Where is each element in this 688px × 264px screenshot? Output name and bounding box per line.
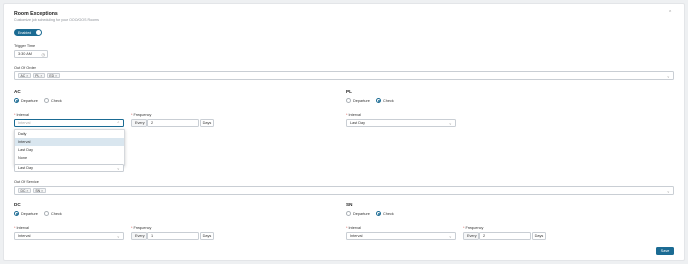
sn-frequency-input[interactable]: 2 xyxy=(479,232,531,240)
ac-every-label: Every xyxy=(131,119,147,127)
ac-frequency-label: *Frequency xyxy=(131,113,152,117)
remove-tag-icon[interactable]: × xyxy=(40,74,42,78)
chevron-down-icon: ⌄ xyxy=(666,188,670,193)
radio-indicator xyxy=(14,98,19,103)
ed-interval-select[interactable]: Last Day ⌄ xyxy=(14,164,124,172)
toggle-label: Enabled xyxy=(18,30,32,35)
dc-days-label: Days xyxy=(200,232,214,240)
tag-sn[interactable]: SN × xyxy=(32,188,46,193)
radio-indicator xyxy=(346,98,351,103)
chevron-up-icon: ⌃ xyxy=(116,120,120,126)
remove-tag-icon[interactable]: × xyxy=(41,189,43,193)
toggle-knob xyxy=(36,30,41,35)
dc-frequency-label: *Frequency xyxy=(131,226,152,230)
section-pl-title: PL xyxy=(346,89,352,94)
sn-interval-select[interactable]: Interval ⌄ xyxy=(346,232,456,240)
ac-interval-select[interactable]: Interval ⌃ xyxy=(14,119,124,127)
radio-indicator xyxy=(14,211,19,216)
sn-check-radio[interactable]: Check xyxy=(376,211,394,216)
tag-ed[interactable]: ED × xyxy=(46,73,60,78)
out-of-service-select[interactable]: DC × SN × ⌄ xyxy=(14,186,674,195)
remove-tag-icon[interactable]: × xyxy=(55,74,57,78)
section-ac-title: AC xyxy=(14,89,21,94)
ac-check-radio[interactable]: Check xyxy=(44,98,62,103)
out-of-order-label: Out Of Order xyxy=(14,66,36,70)
radio-indicator xyxy=(376,211,381,216)
dropdown-option-daily[interactable]: Daily xyxy=(15,130,124,138)
radio-indicator xyxy=(346,211,351,216)
radio-indicator xyxy=(44,98,49,103)
remove-tag-icon[interactable]: × xyxy=(26,74,28,78)
radio-indicator xyxy=(44,211,49,216)
sn-days-label: Days xyxy=(532,232,546,240)
chevron-down-icon: ⌄ xyxy=(448,120,452,126)
dc-interval-label: *Interval xyxy=(14,226,29,230)
chevron-down-icon: ⌄ xyxy=(116,233,120,239)
pl-departure-radio[interactable]: Departure xyxy=(346,98,370,103)
page-title: Room Exceptions xyxy=(14,11,58,17)
out-of-service-label: Out Of Service xyxy=(14,180,39,184)
tag-ac[interactable]: AC × xyxy=(18,73,31,78)
ac-days-label: Days xyxy=(200,119,214,127)
radio-indicator xyxy=(376,98,381,103)
ac-interval-placeholder: Interval xyxy=(18,121,31,125)
page-subtitle: Customize job scheduling for your OOO/OO… xyxy=(14,18,99,22)
dropdown-option-interval[interactable]: Interval xyxy=(15,138,124,146)
trigger-time-input[interactable]: 3:30 AM ◷ xyxy=(14,50,48,58)
ac-interval-label: *Interval xyxy=(14,113,29,117)
dc-departure-radio[interactable]: Departure xyxy=(14,211,38,216)
chevron-down-icon: ⌄ xyxy=(666,73,670,78)
chevron-down-icon: ⌄ xyxy=(116,165,120,171)
trigger-time-label: Trigger Time xyxy=(14,44,36,48)
section-sn-title: SN xyxy=(346,202,353,207)
sn-interval-label: *Interval xyxy=(346,226,361,230)
ac-departure-radio[interactable]: Departure xyxy=(14,98,38,103)
dropdown-option-last-day[interactable]: Last Day xyxy=(15,146,124,154)
chevron-down-icon: ⌄ xyxy=(448,233,452,239)
section-dc-title: DC xyxy=(14,202,21,207)
remove-tag-icon[interactable]: × xyxy=(26,189,28,193)
sn-frequency-label: *Frequency xyxy=(463,226,484,230)
ac-frequency-input[interactable]: 2 xyxy=(147,119,199,127)
dc-frequency-input[interactable]: 1 xyxy=(147,232,199,240)
room-exceptions-card: Room Exceptions Customize job scheduling… xyxy=(3,3,685,261)
dc-interval-select[interactable]: Interval ⌄ xyxy=(14,232,124,240)
pl-interval-select[interactable]: Last Day ⌄ xyxy=(346,119,456,127)
dc-check-radio[interactable]: Check xyxy=(44,211,62,216)
chevron-up-icon[interactable]: ⌃ xyxy=(668,10,672,16)
pl-interval-label: *Interval xyxy=(346,113,361,117)
trigger-time-value: 3:30 AM xyxy=(18,52,32,56)
tag-dc[interactable]: DC × xyxy=(18,188,31,193)
tag-pl[interactable]: PL × xyxy=(32,73,45,78)
pl-check-radio[interactable]: Check xyxy=(376,98,394,103)
dropdown-option-none[interactable]: None xyxy=(15,154,124,162)
out-of-order-select[interactable]: AC × PL × ED × ⌄ xyxy=(14,71,674,80)
sn-every-label: Every xyxy=(463,232,479,240)
dc-every-label: Every xyxy=(131,232,147,240)
enabled-toggle[interactable]: Enabled xyxy=(14,29,42,36)
save-button[interactable]: Save xyxy=(656,247,674,255)
clock-icon: ◷ xyxy=(41,52,46,57)
interval-dropdown-menu: Daily Interval Last Day None xyxy=(14,129,125,166)
sn-departure-radio[interactable]: Departure xyxy=(346,211,370,216)
